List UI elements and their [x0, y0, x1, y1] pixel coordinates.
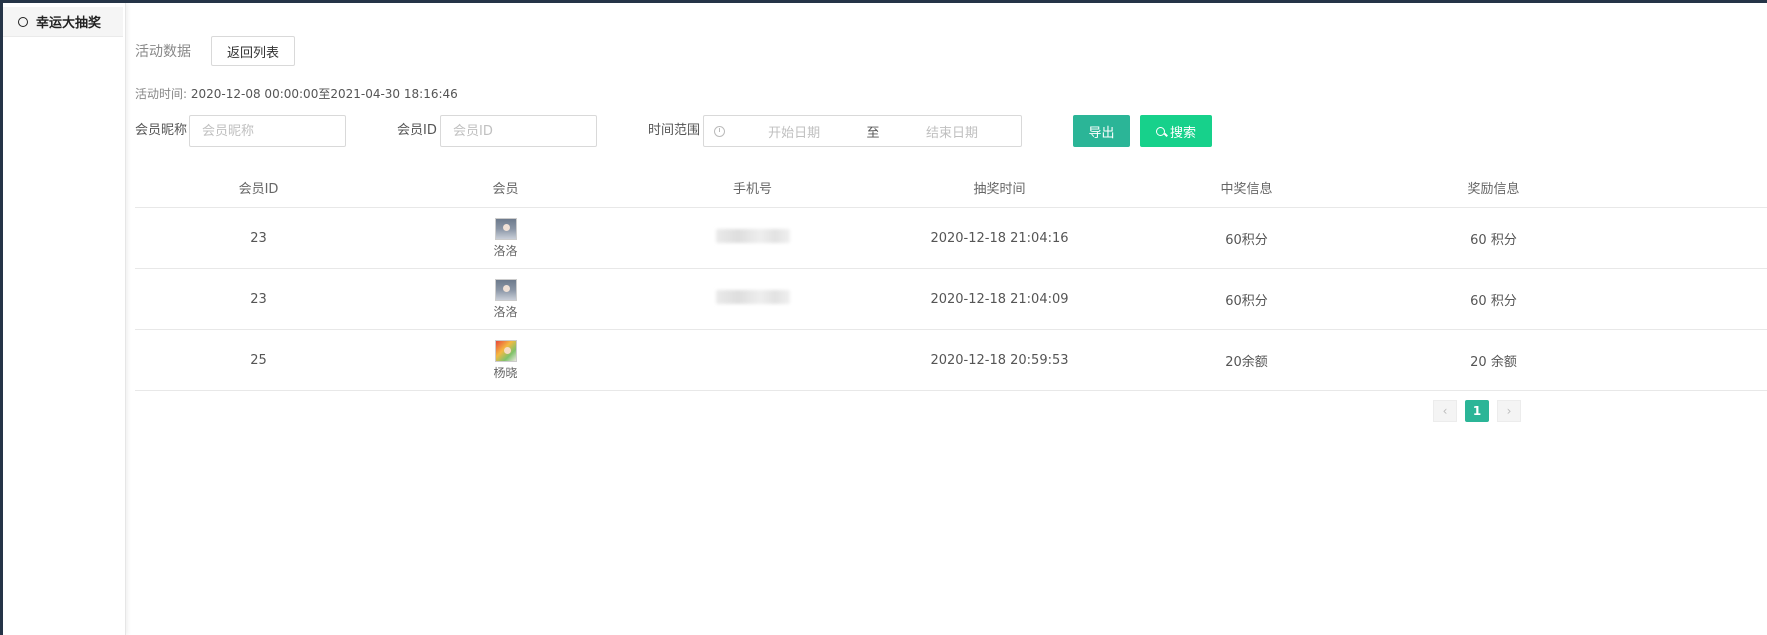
filter-row: 会员昵称 会员ID 时间范围 开始日期 至 结束日期 导出 搜索 [135, 115, 1735, 147]
member-name: 洛洛 [493, 304, 518, 319]
search-button[interactable]: 搜索 [1140, 115, 1212, 147]
page-number-current[interactable]: 1 [1465, 400, 1489, 422]
activity-time-label: 活动时间: [135, 87, 188, 101]
member-cell: 杨晓 [382, 339, 629, 381]
member-cell: 洛洛 [382, 217, 629, 259]
end-date-input[interactable]: 结束日期 [883, 122, 1021, 141]
phone-blurred [715, 290, 790, 304]
prize-cell: 60积分 [1225, 293, 1268, 309]
sidebar-item-label: 幸运大抽奖 [36, 16, 102, 31]
export-button[interactable]: 导出 [1073, 115, 1130, 147]
member-cell: 洛洛 [382, 278, 629, 320]
column-header: 中奖信息 [1220, 181, 1273, 197]
phone-cell [629, 229, 876, 247]
search-button-label: 搜索 [1169, 124, 1196, 140]
column-header: 会员 [492, 181, 519, 197]
app-frame: 幸运大抽奖 活动数据 返回列表 活动时间: 2020-12-08 00:00:0… [3, 3, 1767, 635]
start-date-input[interactable]: 开始日期 [725, 122, 863, 141]
heading-row: 活动数据 返回列表 [135, 36, 296, 66]
date-range-separator: 至 [866, 125, 880, 141]
activity-time: 活动时间: 2020-12-08 00:00:00至2021-04-30 18:… [135, 85, 458, 102]
column-header: 奖励信息 [1467, 181, 1520, 197]
sidebar: 幸运大抽奖 [3, 3, 126, 635]
clock-icon [714, 125, 725, 137]
column-header: 手机号 [732, 181, 772, 197]
member-name: 杨晓 [493, 365, 518, 380]
member-id-label: 会员ID [397, 123, 437, 138]
draw-time-cell: 2020-12-18 21:04:09 [930, 291, 1069, 307]
records-table: 会员ID 会员 手机号 抽奖时间 中奖信息 奖励信息 23 洛洛 2020-12… [135, 167, 1767, 391]
draw-time-cell: 2020-12-18 20:59:53 [930, 352, 1069, 368]
back-to-list-button[interactable]: 返回列表 [211, 36, 296, 66]
date-range-picker[interactable]: 开始日期 至 结束日期 [703, 115, 1022, 147]
table-row: 23 洛洛 2020-12-18 21:04:16 60积分 60 积分 [135, 208, 1767, 269]
prize-cell: 20余额 [1225, 354, 1268, 370]
avatar [494, 217, 517, 240]
sidebar-item-lucky-draw[interactable]: 幸运大抽奖 [3, 7, 123, 37]
table-row: 25 杨晓 2020-12-18 20:59:53 20余额 20 余额 [135, 330, 1767, 391]
prize-cell: 60积分 [1225, 232, 1268, 248]
draw-time-cell: 2020-12-18 21:04:16 [930, 230, 1069, 246]
member-id-input[interactable] [440, 115, 597, 147]
phone-blurred [715, 229, 790, 243]
nickname-label: 会员昵称 [135, 123, 188, 138]
reward-cell: 20 余额 [1470, 354, 1517, 370]
member-id-cell: 25 [250, 352, 267, 368]
table-header: 会员ID 会员 手机号 抽奖时间 中奖信息 奖励信息 [135, 167, 1767, 208]
time-range-label: 时间范围 [648, 123, 701, 138]
main-content: 活动数据 返回列表 活动时间: 2020-12-08 00:00:00至2021… [135, 3, 1767, 635]
member-id-cell: 23 [250, 230, 267, 246]
page-title: 活动数据 [135, 44, 191, 60]
reward-cell: 60 积分 [1470, 293, 1517, 309]
column-header: 抽奖时间 [973, 181, 1026, 197]
reward-cell: 60 积分 [1470, 232, 1517, 248]
column-header: 会员ID [238, 181, 279, 197]
member-id-cell: 23 [250, 291, 267, 307]
activity-time-value: 2020-12-08 00:00:00至2021-04-30 18:16:46 [190, 87, 458, 101]
pagination: ‹ 1 › [1433, 400, 1521, 422]
next-page-button[interactable]: › [1497, 400, 1521, 422]
avatar [494, 278, 517, 301]
nickname-input[interactable] [189, 115, 346, 147]
avatar [494, 339, 517, 362]
table-row: 23 洛洛 2020-12-18 21:04:09 60积分 60 积分 [135, 269, 1767, 330]
ring-icon [18, 16, 28, 27]
member-name: 洛洛 [493, 243, 518, 258]
search-icon [1155, 126, 1165, 136]
prev-page-button[interactable]: ‹ [1433, 400, 1457, 422]
phone-cell [629, 290, 876, 308]
